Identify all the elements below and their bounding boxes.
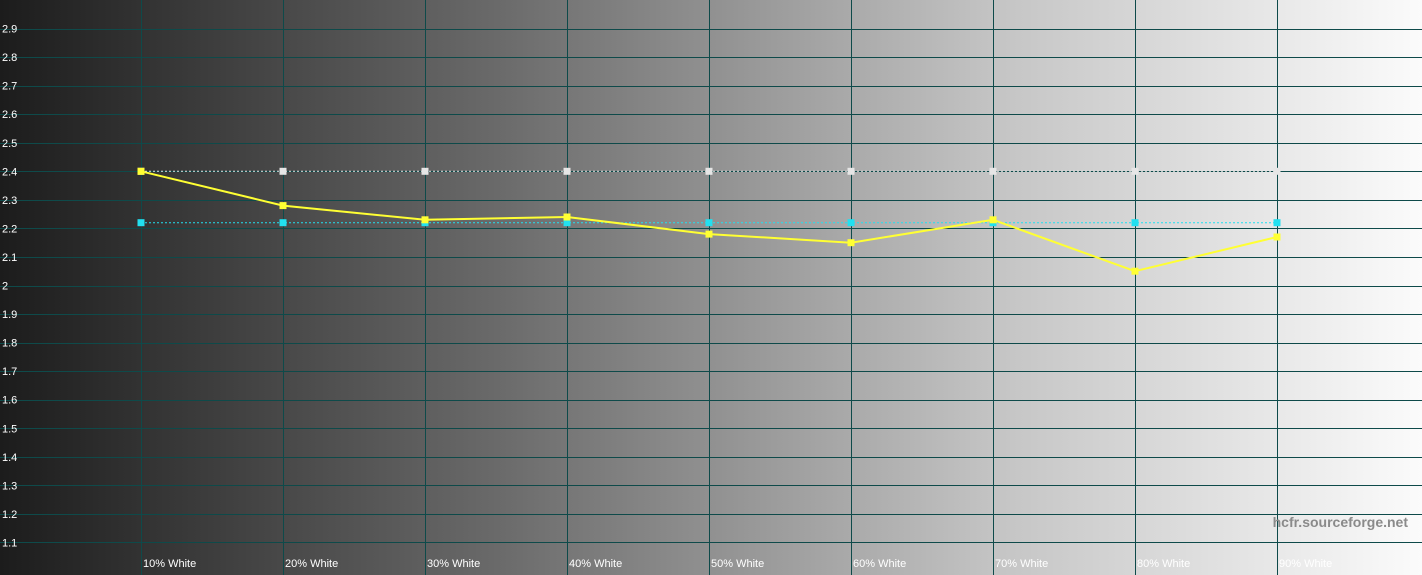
data-point bbox=[847, 219, 855, 227]
chart-svg: 1.1 1.2 1.3 1.4 1.5 1.6 1.7 1.8 1.9 2 2.1 2.2 2.3 2.4… bbox=[0, 0, 1422, 575]
y-tick-label: 1.2 bbox=[2, 509, 17, 521]
x-tick-label: 30% White bbox=[427, 558, 480, 570]
y-tick-label: 2.7 bbox=[2, 81, 17, 93]
data-point bbox=[279, 167, 287, 175]
y-tick-label: 1.8 bbox=[2, 338, 17, 350]
y-tick-label: 2.5 bbox=[2, 138, 17, 150]
y-tick-label: 1.5 bbox=[2, 423, 17, 435]
x-tick-label: 80% White bbox=[1137, 558, 1190, 570]
y-tick-label: 1.7 bbox=[2, 366, 17, 378]
x-tick-label: 60% White bbox=[853, 558, 906, 570]
y-tick-label: 2.9 bbox=[2, 24, 17, 36]
data-point bbox=[563, 213, 571, 221]
data-point bbox=[989, 216, 997, 224]
gamma-chart: 1.1 1.2 1.3 1.4 1.5 1.6 1.7 1.8 1.9 2 2.1 2.2 2.3 2.4… bbox=[0, 0, 1422, 575]
y-tick-label: 1.3 bbox=[2, 480, 17, 492]
y-tick-label: 1.9 bbox=[2, 309, 17, 321]
x-tick-label: 70% White bbox=[995, 558, 1048, 570]
data-point bbox=[1273, 167, 1281, 175]
y-tick-label: 2 bbox=[2, 281, 8, 293]
data-point bbox=[137, 219, 145, 227]
y-tick-label: 1.1 bbox=[2, 537, 17, 549]
data-point bbox=[563, 167, 571, 175]
data-point bbox=[1131, 267, 1139, 275]
y-tick-label: 2.4 bbox=[2, 166, 17, 178]
data-point bbox=[421, 216, 429, 224]
data-point bbox=[847, 167, 855, 175]
x-tick-label: 10% White bbox=[143, 558, 196, 570]
data-point bbox=[847, 239, 855, 247]
y-tick-label: 2.2 bbox=[2, 223, 17, 235]
y-tick-label: 1.4 bbox=[2, 452, 17, 464]
data-point bbox=[279, 202, 287, 210]
data-point bbox=[705, 167, 713, 175]
y-tick-label: 2.8 bbox=[2, 52, 17, 64]
data-point bbox=[989, 167, 997, 175]
x-axis-ticks: 10% White 20% White 30% White 40% White 50% … bbox=[143, 558, 1332, 570]
x-tick-label: 40% White bbox=[569, 558, 622, 570]
data-point bbox=[1273, 233, 1281, 241]
data-point bbox=[1131, 167, 1139, 175]
data-point bbox=[705, 219, 713, 227]
x-tick-label: 90% White bbox=[1279, 558, 1332, 570]
data-point bbox=[421, 167, 429, 175]
data-point bbox=[137, 167, 145, 175]
data-point bbox=[279, 219, 287, 227]
y-tick-label: 2.3 bbox=[2, 195, 17, 207]
x-tick-label: 20% White bbox=[285, 558, 338, 570]
data-point bbox=[705, 230, 713, 238]
y-tick-label: 1.6 bbox=[2, 395, 17, 407]
y-tick-label: 2.6 bbox=[2, 109, 17, 121]
watermark: hcfr.sourceforge.net bbox=[1273, 514, 1409, 530]
x-tick-label: 50% White bbox=[711, 558, 764, 570]
y-tick-label: 2.1 bbox=[2, 252, 17, 264]
data-point bbox=[1273, 219, 1281, 227]
data-point bbox=[1131, 219, 1139, 227]
